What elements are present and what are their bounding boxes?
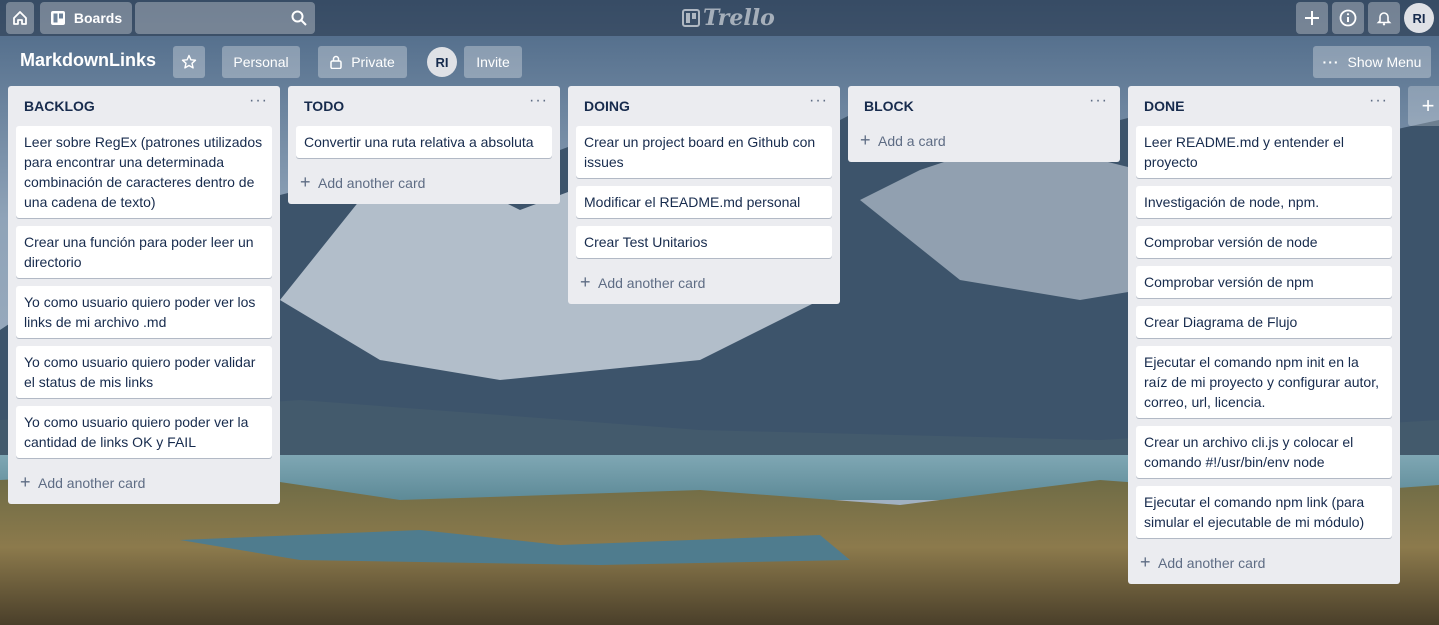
plus-icon: + bbox=[300, 172, 311, 192]
list-title[interactable]: BACKLOG bbox=[24, 98, 95, 114]
trello-logo[interactable]: Trello bbox=[682, 5, 775, 31]
boards-icon bbox=[50, 11, 65, 25]
search-input[interactable] bbox=[135, 2, 315, 34]
card[interactable]: Yo como usuario quiero poder ver los lin… bbox=[16, 286, 272, 338]
add-card-button[interactable]: + Add another card bbox=[568, 266, 840, 304]
card[interactable]: Crear un archivo cli.js y colocar el com… bbox=[1136, 426, 1392, 478]
list-header: TODO ··· bbox=[288, 86, 560, 126]
info-button[interactable] bbox=[1332, 2, 1364, 34]
card[interactable]: Yo como usuario quiero poder validar el … bbox=[16, 346, 272, 398]
plus-icon: + bbox=[580, 272, 591, 292]
plus-icon: + bbox=[860, 130, 871, 150]
list-menu-icon[interactable]: ··· bbox=[1369, 92, 1388, 110]
plus-icon: + bbox=[1421, 93, 1435, 118]
add-card-label: Add another card bbox=[598, 275, 706, 291]
home-icon bbox=[13, 11, 27, 25]
member-avatar[interactable]: RI bbox=[427, 47, 457, 77]
list-title[interactable]: DOING bbox=[584, 98, 630, 114]
notifications-button[interactable] bbox=[1368, 2, 1400, 34]
list-title[interactable]: DONE bbox=[1144, 98, 1184, 114]
add-card-button[interactable]: + Add another card bbox=[1128, 546, 1400, 584]
list-doing: DOING ··· Crear un project board en Gith… bbox=[568, 86, 840, 304]
list-menu-icon[interactable]: ··· bbox=[809, 92, 828, 110]
card[interactable]: Crear Test Unitarios bbox=[576, 226, 832, 258]
add-card-label: Add another card bbox=[318, 175, 426, 191]
list-header: BLOCK ··· bbox=[848, 86, 1120, 126]
top-navigation-bar: Boards Trello RI bbox=[0, 0, 1439, 36]
plus-icon bbox=[1305, 11, 1319, 25]
team-button[interactable]: Personal bbox=[222, 46, 300, 78]
list-todo: TODO ··· Convertir una ruta relativa a a… bbox=[288, 86, 560, 204]
visibility-button[interactable]: Private bbox=[318, 46, 407, 78]
card[interactable]: Yo como usuario quiero poder ver la cant… bbox=[16, 406, 272, 458]
card[interactable]: Leer README.md y entender el proyecto bbox=[1136, 126, 1392, 178]
show-menu-button[interactable]: ··· Show Menu bbox=[1313, 46, 1431, 78]
add-card-button[interactable]: + Add another card bbox=[8, 466, 280, 504]
list-block: BLOCK ··· + Add a card bbox=[848, 86, 1120, 162]
card[interactable]: Crear Diagrama de Flujo bbox=[1136, 306, 1392, 338]
card[interactable]: Comprobar versión de node bbox=[1136, 226, 1392, 258]
list-menu-icon[interactable]: ··· bbox=[529, 92, 548, 110]
add-card-button[interactable]: + Add another card bbox=[288, 166, 560, 204]
create-button[interactable] bbox=[1296, 2, 1328, 34]
invite-label: Invite bbox=[476, 54, 510, 70]
add-list-button[interactable]: + bbox=[1408, 86, 1439, 126]
user-initials: RI bbox=[1412, 10, 1426, 26]
board-header: MarkdownLinks Personal Private RI Invite… bbox=[0, 36, 1439, 86]
card[interactable]: Leer sobre RegEx (patrones utilizados pa… bbox=[16, 126, 272, 218]
star-board-button[interactable] bbox=[173, 46, 205, 78]
show-menu-label: Show Menu bbox=[1347, 54, 1422, 70]
list-backlog: BACKLOG ··· Leer sobre RegEx (patrones u… bbox=[8, 86, 280, 504]
list-header: BACKLOG ··· bbox=[8, 86, 280, 126]
invite-button[interactable]: Invite bbox=[464, 46, 522, 78]
trello-logo-icon bbox=[682, 9, 700, 27]
member-initials: RI bbox=[435, 54, 449, 70]
logo-text: Trello bbox=[703, 5, 775, 31]
card[interactable]: Comprobar versión de npm bbox=[1136, 266, 1392, 298]
list-menu-icon[interactable]: ··· bbox=[1089, 92, 1108, 110]
list-header: DONE ··· bbox=[1128, 86, 1400, 126]
boards-button[interactable]: Boards bbox=[40, 2, 132, 34]
add-card-label: Add another card bbox=[1158, 555, 1266, 571]
add-card-button[interactable]: + Add a card bbox=[848, 126, 1120, 162]
board-title[interactable]: MarkdownLinks bbox=[20, 50, 156, 71]
card[interactable]: Modificar el README.md personal bbox=[576, 186, 832, 218]
search-icon bbox=[291, 10, 307, 26]
card[interactable]: Investigación de node, npm. bbox=[1136, 186, 1392, 218]
team-label: Personal bbox=[233, 54, 289, 70]
list-title[interactable]: TODO bbox=[304, 98, 344, 114]
add-card-label: Add a card bbox=[878, 133, 946, 149]
list-title[interactable]: BLOCK bbox=[864, 98, 914, 114]
info-icon bbox=[1339, 9, 1357, 27]
list-menu-icon[interactable]: ··· bbox=[249, 92, 268, 110]
bell-icon bbox=[1376, 12, 1392, 26]
plus-icon: + bbox=[20, 472, 31, 492]
card[interactable]: Convertir una ruta relativa a absoluta bbox=[296, 126, 552, 158]
card[interactable]: Ejecutar el comando npm init en la raíz … bbox=[1136, 346, 1392, 418]
add-card-label: Add another card bbox=[38, 475, 146, 491]
list-header: DOING ··· bbox=[568, 86, 840, 126]
plus-icon: + bbox=[1140, 552, 1151, 572]
list-done: DONE ··· Leer README.md y entender el pr… bbox=[1128, 86, 1400, 584]
home-button[interactable] bbox=[6, 2, 34, 34]
card[interactable]: Ejecutar el comando npm link (para simul… bbox=[1136, 486, 1392, 538]
lists-container: BACKLOG ··· Leer sobre RegEx (patrones u… bbox=[0, 86, 1439, 625]
visibility-label: Private bbox=[351, 54, 395, 70]
star-icon bbox=[181, 54, 197, 69]
more-icon: ··· bbox=[1322, 54, 1340, 70]
user-avatar[interactable]: RI bbox=[1404, 3, 1434, 33]
lock-icon bbox=[330, 55, 342, 69]
card[interactable]: Crear un project board en Github con iss… bbox=[576, 126, 832, 178]
card[interactable]: Crear una función para poder leer un dir… bbox=[16, 226, 272, 278]
boards-label: Boards bbox=[73, 10, 123, 26]
